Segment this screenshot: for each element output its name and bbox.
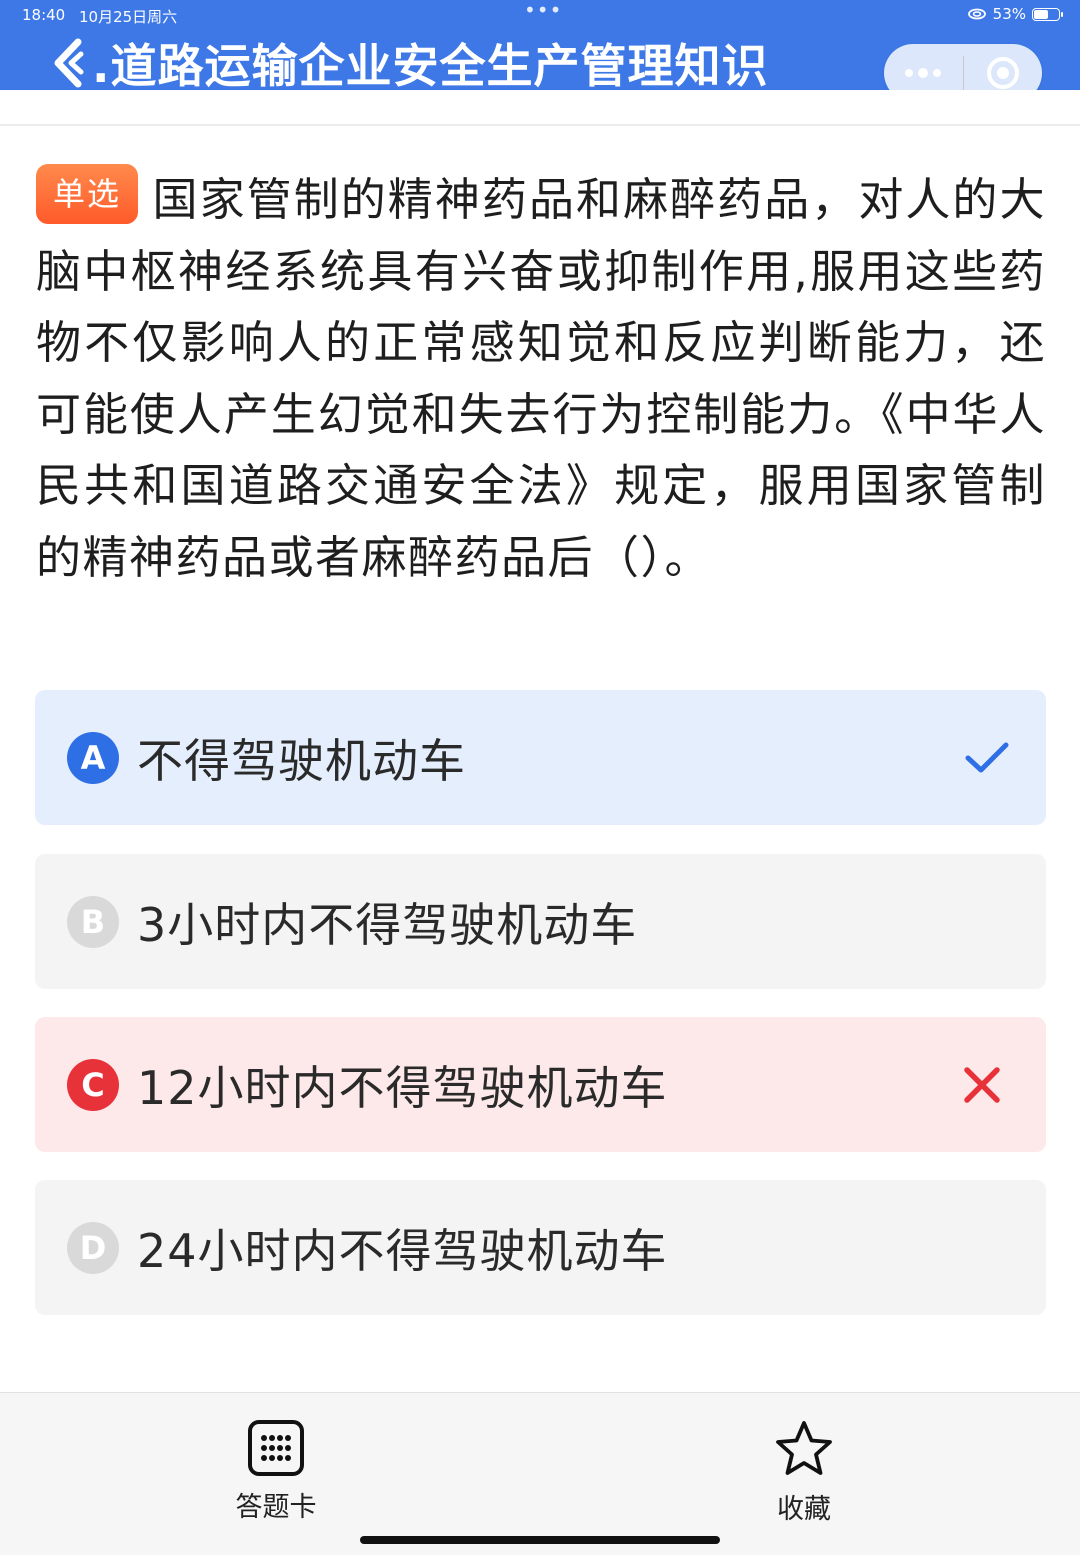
page-title: .道路运输企业安全生产管理知识 [92,39,769,90]
home-indicator[interactable] [360,1536,720,1544]
favorite-button[interactable]: 收藏 [734,1419,874,1526]
option-text: 24小时内不得驾驶机动车 [137,1223,668,1278]
multitask-dots[interactable]: ••• [524,0,562,22]
option-a[interactable]: A 不得驾驶机动车 [35,690,1046,825]
check-icon [965,742,1009,772]
option-text: 3小时内不得驾驶机动车 [137,897,638,952]
option-letter: C [67,1058,119,1111]
status-date: 10月25日周六 [79,8,178,26]
favorite-label: 收藏 [777,1494,831,1525]
option-d[interactable]: D 24小时内不得驾驶机动车 [35,1180,1046,1315]
option-b[interactable]: B 3小时内不得驾驶机动车 [35,854,1046,989]
option-letter: B [67,895,119,948]
status-time: 18:40 [22,6,66,24]
title-area: .道路运输企业安全生产管理知识 [48,30,768,90]
option-text: 不得驾驶机动车 [137,733,466,788]
grid-icon [248,1420,304,1476]
battery-percent: 53% [992,5,1026,23]
option-letter: D [67,1221,119,1274]
option-text: 12小时内不得驾驶机动车 [137,1060,668,1115]
link-icon [967,8,986,20]
status-right: 53% [967,5,1063,23]
star-icon [776,1421,832,1475]
more-dots-icon [905,68,942,78]
battery-icon [1032,7,1063,21]
target-circle-icon [986,57,1019,89]
bottom-toolbar: 答题卡 收藏 [0,1392,1080,1555]
app-logo-icon [54,38,84,88]
question-block: 单选 国家管制的精神药品和麻醉药品，对人的大脑中枢神经系统具有兴奋或抑制作用,服用… [36,164,1046,593]
cross-icon [964,1066,1000,1103]
question-type-badge: 单选 [36,164,138,224]
header-underbar [0,90,1080,126]
question-text: 国家管制的精神药品和麻醉药品，对人的大脑中枢神经系统具有兴奋或抑制作用,服用这些… [36,173,1046,584]
option-letter: A [67,731,119,784]
answer-card-button[interactable]: 答题卡 [206,1419,346,1524]
answer-card-label: 答题卡 [235,1492,317,1523]
option-c[interactable]: C 12小时内不得驾驶机动车 [35,1017,1046,1152]
